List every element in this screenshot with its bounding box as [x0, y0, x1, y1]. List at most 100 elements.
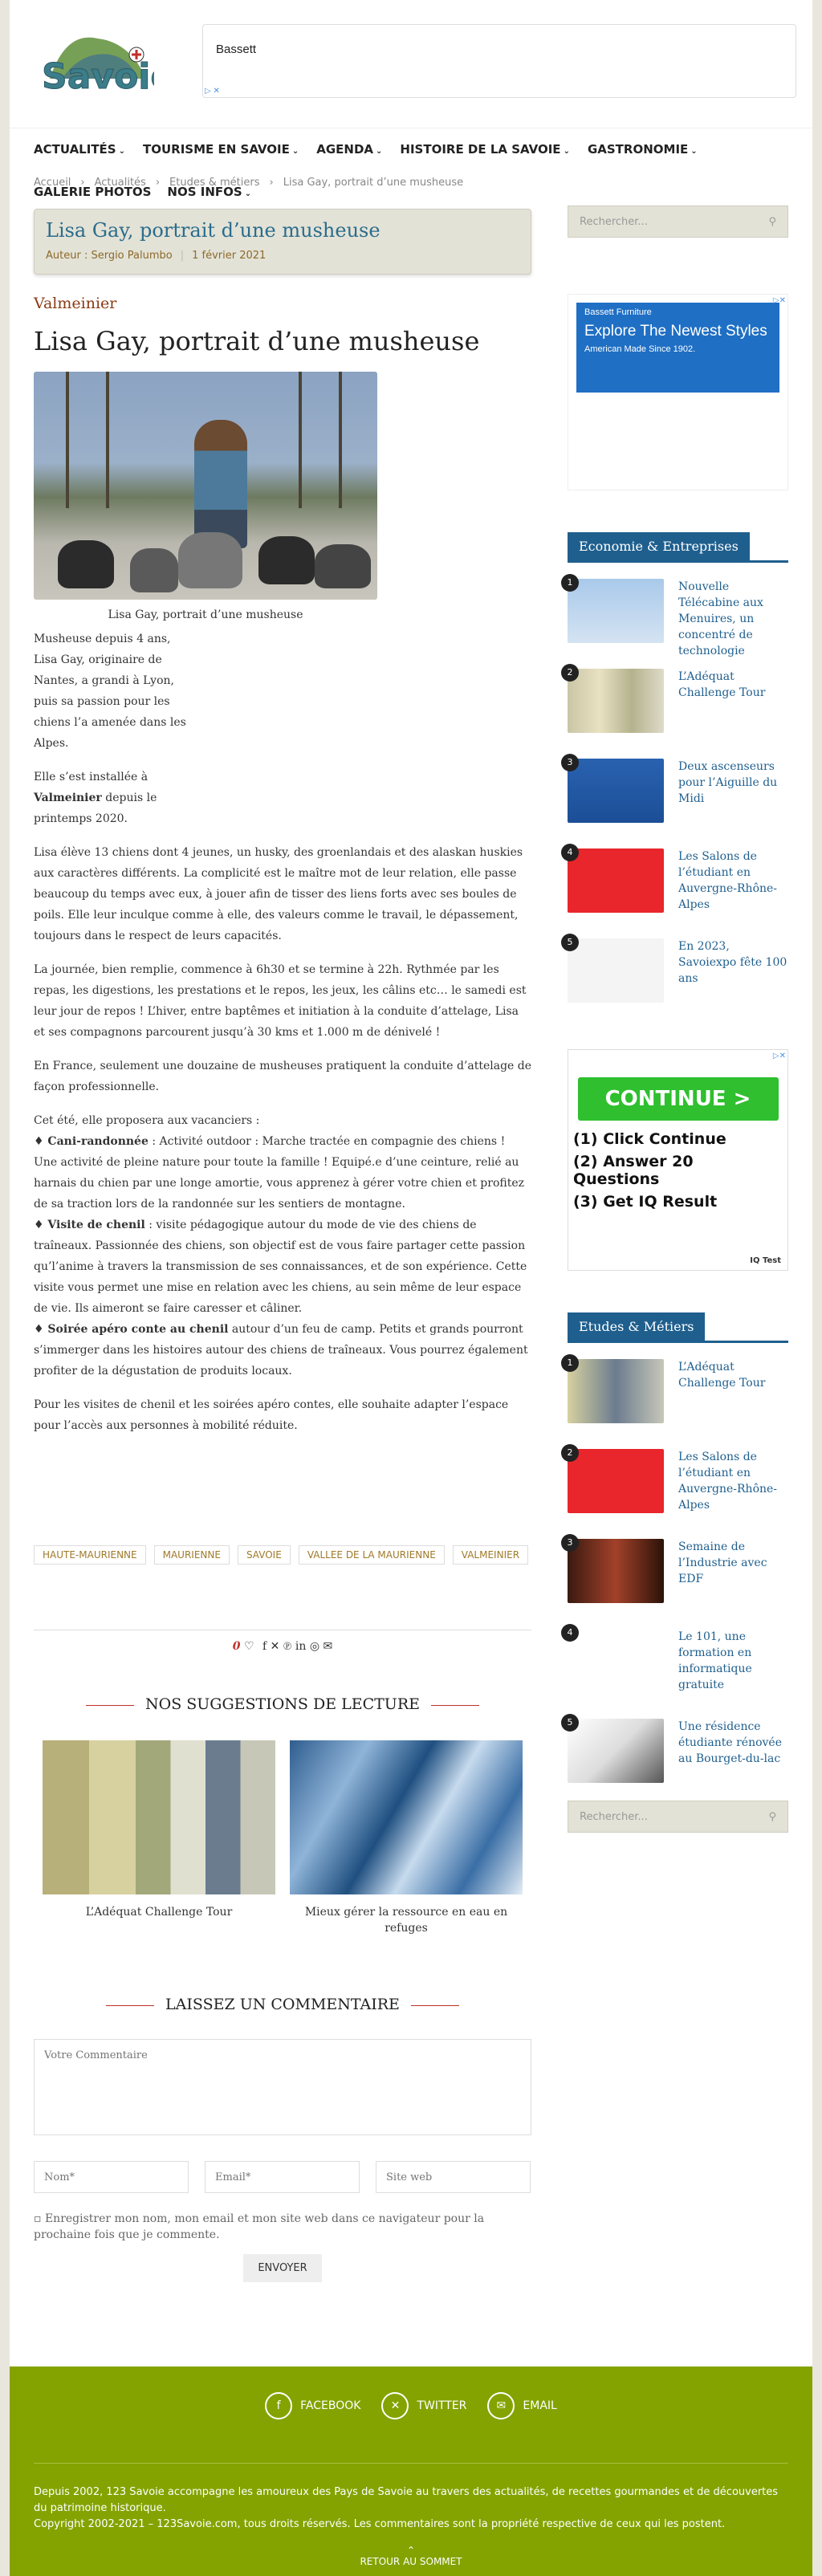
widget-heading: Etudes & Métiers — [568, 1312, 706, 1341]
ad-line: (3) Get IQ Result — [573, 1193, 718, 1211]
facebook-icon: f — [265, 2392, 293, 2419]
widget-item-title[interactable]: L’Adéquat Challenge Tour — [678, 1359, 788, 1449]
category-label[interactable]: Valmeinier — [34, 293, 531, 314]
ad-continue-button[interactable]: CONTINUE > — [577, 1077, 779, 1121]
ad-choices-icon[interactable]: ▷ ✕ — [205, 87, 220, 96]
ad-text: Bassett — [216, 43, 257, 56]
footer-facebook[interactable]: f FACEBOOK — [265, 2392, 360, 2419]
breadcrumb-current: Lisa Gay, portrait d’une musheuse — [283, 177, 464, 189]
remember-checkbox[interactable]: ▫ — [34, 2212, 42, 2225]
widget-item[interactable]: 1 L’Adéquat Challenge Tour — [561, 1354, 788, 1449]
pinterest-icon[interactable]: ℗ — [283, 1640, 292, 1653]
linkedin-icon[interactable]: in — [295, 1640, 307, 1653]
x-icon[interactable]: ✕ — [271, 1640, 280, 1653]
whatsapp-icon[interactable]: ◎ — [310, 1640, 319, 1653]
comment-textarea[interactable] — [34, 2039, 531, 2135]
ad-brand: IQ Test — [750, 1256, 781, 1265]
widget-item-title[interactable]: Deux ascenseurs pour l’Aiguille du Midi — [678, 759, 788, 848]
widget-item[interactable]: 1 Nouvelle Télécabine aux Menuires, un c… — [561, 574, 788, 669]
author[interactable]: Auteur : Sergio Palumbo — [46, 250, 173, 262]
place-link[interactable]: Valmeinier — [34, 792, 102, 804]
widget-item-title[interactable]: Une résidence étudiante rénovée au Bourg… — [678, 1719, 788, 1809]
share-bar: 0 ♡ f ✕ ℗ in ◎ ✉ — [34, 1630, 531, 1654]
header: Savoie Bassett ▷ ✕ — [10, 0, 812, 128]
suggestion-title[interactable]: L’Adéquat Challenge Tour — [43, 1904, 275, 1920]
site-logo[interactable]: Savoie — [34, 22, 175, 103]
suggestion-item[interactable]: L’Adéquat Challenge Tour — [43, 1740, 275, 1936]
post-date: 1 février 2021 — [192, 250, 267, 262]
email-icon[interactable]: ✉ — [324, 1640, 333, 1653]
nav-item-gastronomie[interactable]: GASTRONOMIE ⌄ — [588, 142, 698, 157]
suggestion-item[interactable]: Mieux gérer la ressource en eau en refug… — [290, 1740, 523, 1936]
widget-item-title[interactable]: Semaine de l’Industrie avec EDF — [678, 1539, 788, 1629]
ad-box[interactable]: Bassett Furniture Explore The Newest Sty… — [568, 294, 788, 490]
title-box: Lisa Gay, portrait d’une musheuse Auteur… — [34, 209, 531, 275]
name-field[interactable] — [34, 2161, 189, 2193]
breadcrumb-actualites[interactable]: Actualités — [95, 177, 146, 189]
widget-item[interactable]: 2 L’Adéquat Challenge Tour — [561, 664, 788, 759]
widget-item[interactable]: 4 Les Salons de l’étudiant en Auvergne-R… — [561, 844, 788, 938]
breadcrumb-etudes[interactable]: Etudes & métiers — [169, 177, 259, 189]
paragraph: Pour les visites de chenil et les soirée… — [34, 1398, 509, 1432]
search-input[interactable]: Rechercher... — [580, 216, 648, 228]
photo-caption: Lisa Gay, portrait d’une musheuse — [108, 608, 303, 621]
remember-row: ▫ Enregistrer mon nom, mon email et mon … — [34, 2211, 531, 2243]
article-photo[interactable] — [34, 372, 377, 600]
search-icon[interactable]: ⚲ — [768, 216, 776, 228]
suggestion-title[interactable]: Mieux gérer la ressource en eau en refug… — [290, 1904, 523, 1936]
widget-item[interactable]: 4 Le 101, une formation en informatique … — [561, 1624, 788, 1719]
widget-economie: Economie & Entreprises 1 Nouvelle Téléca… — [561, 532, 788, 1028]
send-button[interactable]: ENVOYER — [243, 2254, 322, 2282]
nav-item-actualites[interactable]: ACTUALITÉS ⌄ — [34, 142, 125, 157]
footer-text: Depuis 2002, 123 Savoie accompagne les a… — [34, 2463, 788, 2533]
search-box[interactable]: Rechercher... ⚲ — [568, 206, 788, 238]
nav-item-tourisme[interactable]: TOURISME EN SAVOIE ⌄ — [143, 142, 299, 157]
main-nav: ACTUALITÉS ⌄ TOURISME EN SAVOIE ⌄ AGENDA ⌄ … — [34, 138, 788, 199]
tag[interactable]: VALMEINIER — [452, 1545, 529, 1565]
like-count: 0 — [232, 1640, 241, 1653]
footer-copyright: Copyright 2002-2021 – 123Savoie.com, tou… — [34, 2518, 726, 2530]
tag[interactable]: MAURIENNE — [153, 1545, 230, 1565]
widget-item[interactable]: 3 Semaine de l’Industrie avec EDF — [561, 1534, 788, 1629]
tag[interactable]: VALLEE DE LA MAURIENNE — [298, 1545, 445, 1565]
search-icon[interactable]: ⚲ — [768, 1811, 776, 1823]
suggestion-thumb[interactable] — [43, 1740, 275, 1894]
heart-icon[interactable]: ♡ — [244, 1640, 254, 1653]
footer-twitter[interactable]: ✕ TWITTER — [381, 2392, 466, 2419]
suggestion-thumb[interactable] — [290, 1740, 523, 1894]
nav-item-histoire[interactable]: HISTOIRE DE LA SAVOIE ⌄ — [400, 142, 570, 157]
email-field[interactable] — [205, 2161, 360, 2193]
footer: f FACEBOOK ✕ TWITTER ✉ EMAIL Depuis 2002, 1… — [10, 2366, 812, 2576]
ad-choices-icon[interactable]: ▷✕ — [773, 1052, 786, 1060]
facebook-icon[interactable]: f — [262, 1640, 267, 1653]
website-field[interactable] — [376, 2161, 531, 2193]
widget-item-title[interactable]: Nouvelle Télécabine aux Menuires, un con… — [678, 579, 788, 669]
widget-item[interactable]: 3 Deux ascenseurs pour l’Aiguille du Mid… — [561, 754, 788, 848]
ad-line: (2) Answer 20 Questions — [573, 1153, 694, 1188]
widget-item[interactable]: 2 Les Salons de l’étudiant en Auvergne-R… — [561, 1444, 788, 1539]
widget-item-title[interactable]: Les Salons de l’étudiant en Auvergne-Rhô… — [678, 1449, 788, 1539]
nav-item-agenda[interactable]: AGENDA ⌄ — [316, 142, 382, 157]
ad-choices-icon[interactable]: ▷✕ — [773, 296, 786, 305]
widget-item-title[interactable]: L’Adéquat Challenge Tour — [678, 669, 788, 759]
tag[interactable]: SAVOIE — [237, 1545, 291, 1565]
widget-etudes: Etudes & Métiers 1 L’Adéquat Challenge T… — [561, 1312, 788, 1809]
widget-item[interactable]: 5 En 2023, Savoiexpo fête 100 ans — [561, 934, 788, 1028]
ad-line: (1) Click Continue — [573, 1130, 726, 1148]
ad-banner-top[interactable]: Bassett ▷ ✕ — [202, 24, 796, 98]
tags: HAUTE-MAURIENNE MAURIENNE SAVOIE VALLEE … — [34, 1545, 531, 1565]
back-to-top[interactable]: ⌃ RETOUR AU SOMMET — [10, 2545, 812, 2567]
search-input[interactable]: Rechercher... — [580, 1811, 648, 1823]
paragraph: Elle s’est installée à Valmeinier depuis… — [34, 771, 157, 825]
breadcrumb-home[interactable]: Accueil — [34, 177, 71, 189]
footer-email[interactable]: ✉ EMAIL — [487, 2392, 557, 2419]
ad-iq-test[interactable]: CONTINUE > (1) Click Continue (2) Answer… — [568, 1049, 788, 1271]
paragraph: Lisa élève 13 chiens dont 4 jeunes, un h… — [34, 846, 523, 942]
widget-item-title[interactable]: Les Salons de l’étudiant en Auvergne-Rhô… — [678, 848, 788, 938]
widget-item-title[interactable]: Le 101, une formation en informatique gr… — [678, 1629, 788, 1719]
tag[interactable]: HAUTE-MAURIENNE — [34, 1545, 146, 1565]
remember-label: Enregistrer mon nom, mon email et mon si… — [34, 2212, 485, 2241]
widget-item-title[interactable]: En 2023, Savoiexpo fête 100 ans — [678, 938, 788, 1028]
sidebar: Rechercher... ⚲ Bassett Furniture Explor… — [561, 206, 788, 1833]
widget-item[interactable]: 5 Une résidence étudiante rénovée au Bou… — [561, 1714, 788, 1809]
